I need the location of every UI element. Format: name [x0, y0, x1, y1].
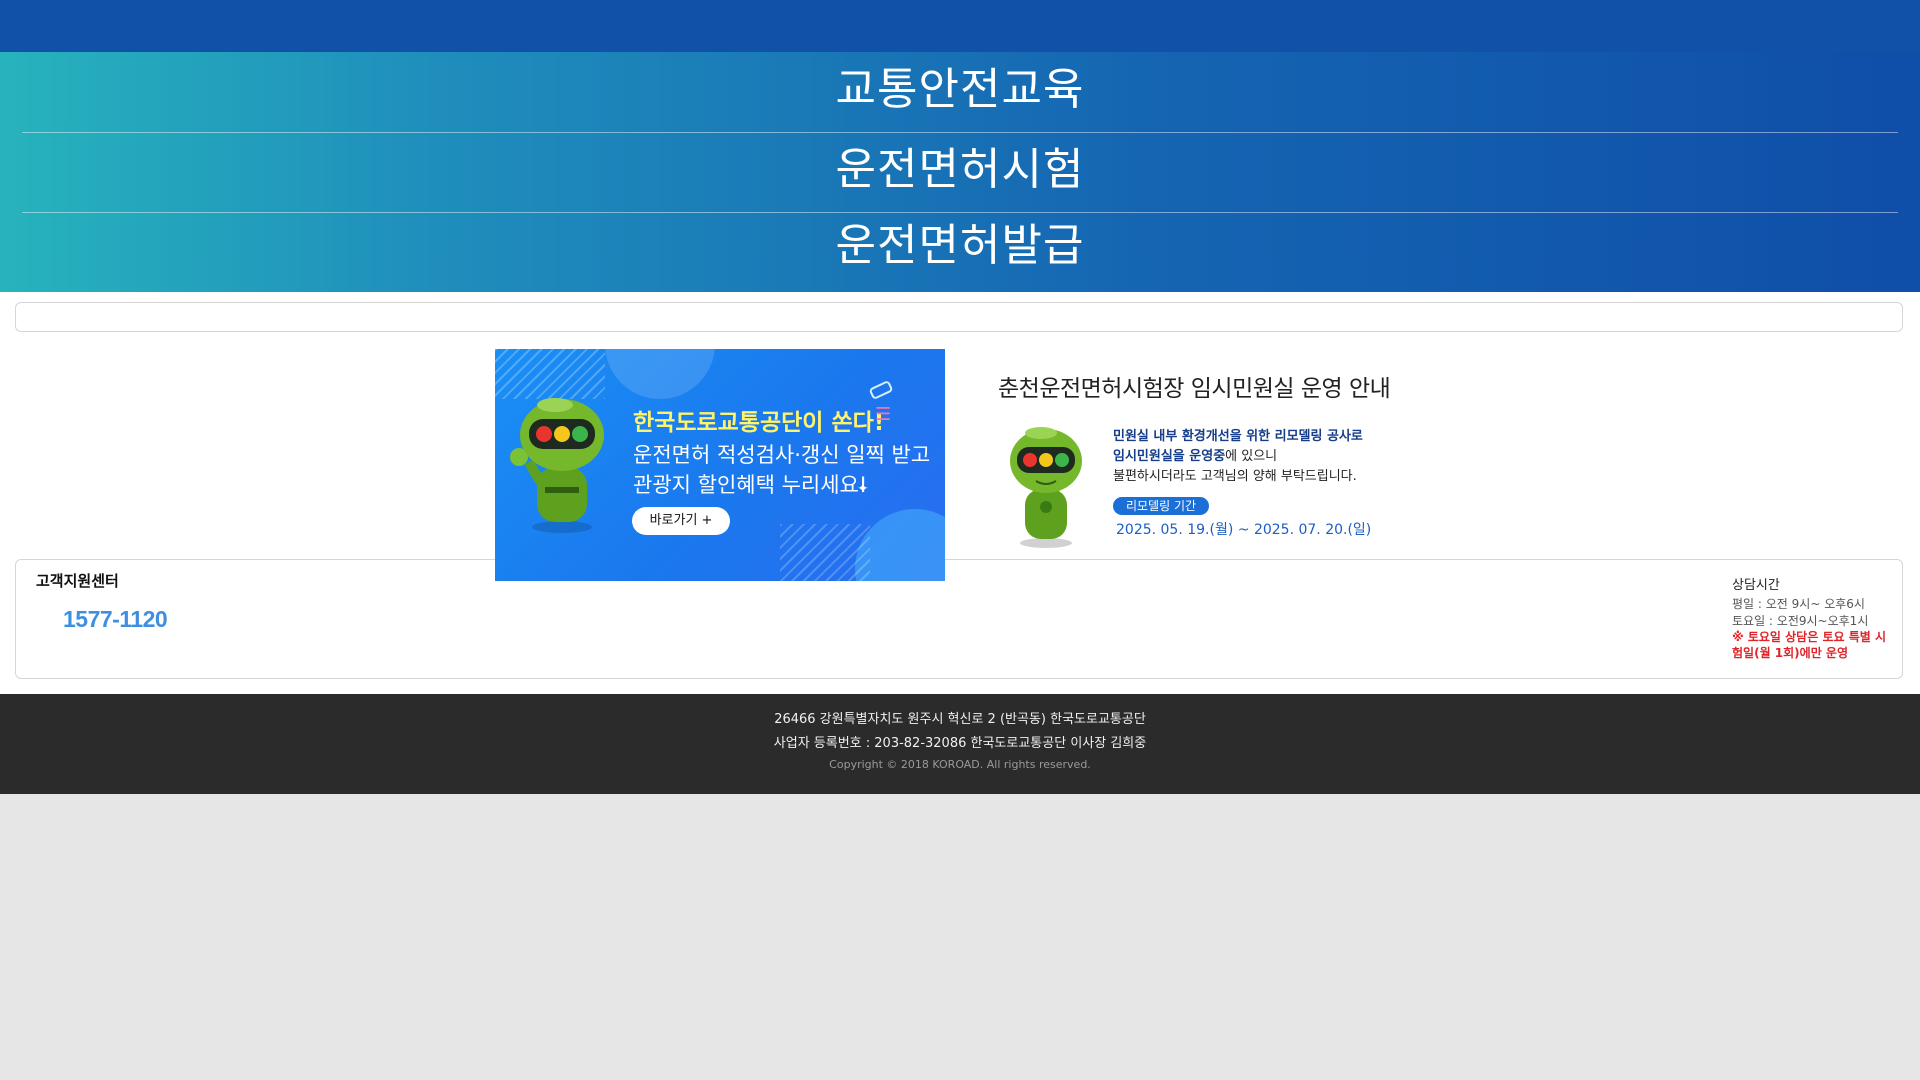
consult-hours-saturday: 토요일 : 오전9시~오후1시: [1732, 614, 1869, 628]
promo-text: 관광지 할인혜택 누리세요!: [633, 473, 868, 497]
footer: 26466 강원특별자치도 원주시 혁신로 2 (반곡동) 한국도로교통공단 사…: [0, 694, 1920, 794]
promo-text: 운전면허 적성검사·갱신 일찍 받고: [633, 443, 931, 467]
menu-divider: [22, 132, 1898, 133]
remodeling-period-badge: 리모델링 기간: [1113, 497, 1209, 515]
consult-hours-weekday: 평일 : 오전 9시~ 오후6시: [1732, 597, 1865, 611]
promo-banner[interactable]: 한국도로교통공단이 쏜다! 운전면허 적성검사·갱신 일찍 받고 관광지 할인혜…: [495, 349, 945, 581]
page: 교통안전교육 운전면허시험 운전면허발급 한국도로교통공단이 쏜다! 운전면허 …: [0, 0, 1920, 794]
footer-address: 26466 강원특별자치도 원주시 혁신로 2 (반곡동) 한국도로교통공단: [774, 712, 1146, 727]
notice-text: 임시민원실을 운영중에 있으니: [1113, 445, 1277, 464]
go-button[interactable]: 바로가기 +: [632, 507, 730, 535]
top-bar: [0, 0, 1920, 52]
consult-hours-note: ※ 토요일 상담은 토요 특별 시험일(월 1회)에만 운영: [1732, 630, 1886, 660]
customer-center-phone[interactable]: 1577-1120: [63, 606, 168, 633]
menu-item-license-issuance[interactable]: 운전면허발급: [22, 216, 1898, 276]
footer-copyright: Copyright © 2018 KOROAD. All rights rese…: [829, 758, 1091, 771]
notice-bar: [15, 302, 1903, 332]
notice-text: 에 있으니: [1225, 449, 1278, 464]
menu-divider: [22, 212, 1898, 213]
decor-circle: [605, 349, 715, 399]
consult-hours-title: 상담시간: [1732, 578, 1780, 593]
customer-center-box: [15, 559, 1903, 679]
menu-item-traffic-safety-education[interactable]: 교통안전교육: [22, 60, 1898, 120]
footer-registration: 사업자 등록번호 : 203-82-32086 한국도로교통공단 이사장 김희중: [773, 736, 1147, 751]
notice-title: 춘천운전면허시험장 임시민원실 운영 안내: [998, 376, 1391, 402]
promo-headline: 한국도로교통공단이 쏜다!: [633, 410, 885, 436]
customer-center-title: 고객지원센터: [36, 572, 119, 590]
notice-text: 불편하시더라도 고객님의 양해 부탁드립니다.: [1113, 469, 1357, 484]
main-menu: 교통안전교육 운전면허시험 운전면허발급: [0, 52, 1920, 292]
remodeling-dates: 2025. 05. 19.(월) ~ 2025. 07. 20.(일): [1116, 522, 1372, 538]
traffic-light-mascot-bow-icon: [1010, 427, 1082, 548]
star-icon: ✦: [857, 481, 869, 497]
notice-text-bold: 임시민원실을 운영중: [1113, 449, 1226, 464]
menu-item-license-test[interactable]: 운전면허시험: [22, 140, 1898, 200]
pen-icon: [868, 379, 894, 401]
notice-text: 민원실 내부 환경개선을 위한 리모델링 공사로: [1113, 429, 1363, 444]
traffic-light-mascot-icon: [510, 398, 604, 533]
notice-banner[interactable]: 춘천운전면허시험장 임시민원실 운영 안내 민원실 내부 환경개선을 위한 리모…: [985, 349, 1435, 581]
decor-stripes: [780, 524, 870, 581]
sparkle-icon: ☰: [875, 404, 892, 425]
